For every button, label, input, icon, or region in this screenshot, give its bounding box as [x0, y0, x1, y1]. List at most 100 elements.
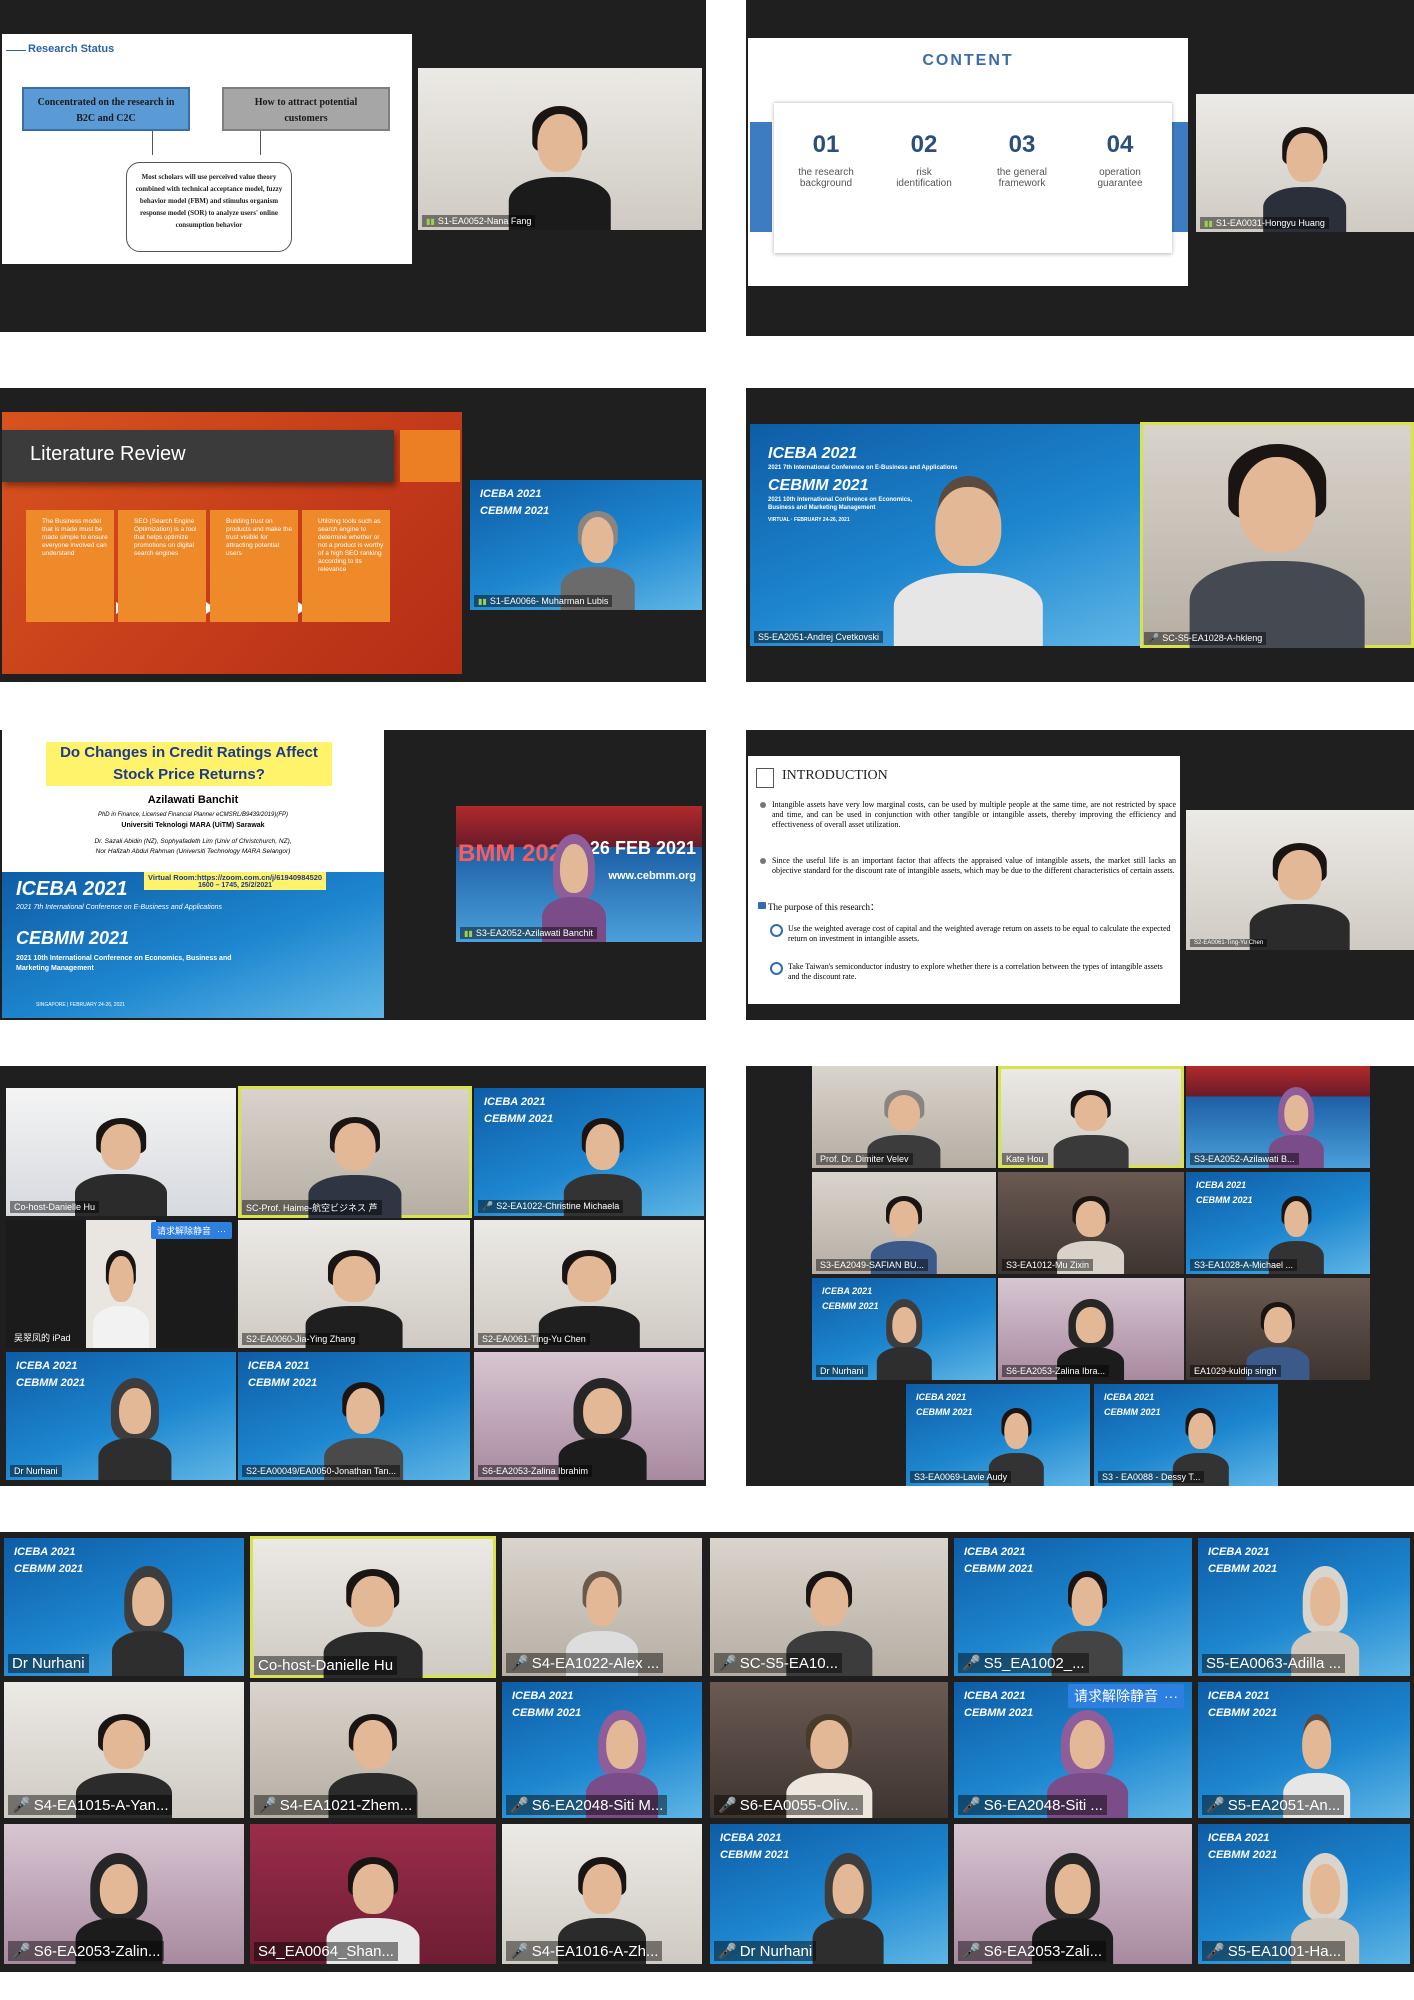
video-tile[interactable]: ICEBA 2021 CEBMM 2021 请求解除静音 ··· 🎤 S6-EA204…: [954, 1682, 1192, 1818]
slide-introduction: INTRODUCTION Intangible assets have very…: [748, 756, 1180, 1004]
video-tile[interactable]: 🎤 S6-EA2053-Zalin...: [4, 1824, 244, 1964]
video-tile[interactable]: ICEBA 2021 CEBMM 2021 🎤 S5-EA1001-Ha...: [1198, 1824, 1410, 1964]
box-text: Building trust on products and make the …: [226, 518, 293, 557]
bullet-text: Since the useful life is an important fa…: [772, 856, 1176, 875]
video-tile[interactable]: Prof. Dr. Dimiter Velev: [812, 1066, 996, 1168]
item-number: 02: [910, 131, 938, 158]
video-tile-active-speaker[interactable]: SC-Prof. Haime-航空ビジネス 芦: [238, 1086, 472, 1218]
participant-name: 🎤 Dr Nurhani: [714, 1941, 817, 1961]
participant-name: 🎤 S4-EA1015-A-Yan...: [8, 1795, 173, 1815]
video-tile[interactable]: S4_EA0064_Shan...: [250, 1824, 496, 1964]
video-tile[interactable]: EA1029-kuldip singh: [1186, 1278, 1370, 1380]
video-tile[interactable]: ICEBA 2021 CEBMM 2021 🎤 S5-EA2051-An...: [1198, 1682, 1410, 1818]
item-number: 01: [812, 131, 840, 158]
participant-name: Prof. Dr. Dimiter Velev: [816, 1153, 913, 1165]
purpose-label: The purpose of this research：: [768, 902, 879, 912]
video-tile[interactable]: ▮▮ S1-EA0031-Hongyu Huang: [1196, 94, 1414, 232]
video-tile[interactable]: ICEBA 2021 CEBMM 2021 🎤 Dr Nurhani: [710, 1824, 948, 1964]
review-box-3: Building trust on products and make the …: [210, 510, 307, 622]
slide-title: Do Changes in Credit Ratings Affect Stoc…: [60, 744, 318, 783]
unmute-request-banner[interactable]: 请求解除静音 ···: [1068, 1684, 1184, 1708]
video-tile-active-speaker[interactable]: 🎤 SC-S5-EA1028-A-hkleng: [1140, 422, 1414, 648]
brand-iceba: ICEBA 2021: [16, 878, 128, 900]
video-tile[interactable]: 🎤 S4-EA1021-Zhem...: [250, 1682, 496, 1818]
author-name: Azilawati Banchit: [147, 794, 239, 806]
slide-research-status: Research Status Concentrated on the rese…: [2, 34, 412, 264]
video-tile[interactable]: 🎤 S4-EA1016-A-Zh...: [502, 1824, 702, 1964]
item-label: risk identification: [896, 167, 952, 189]
video-tile[interactable]: S2-EA0061-Ting-Yu Chen: [1186, 810, 1414, 950]
video-tile[interactable]: S6-EA2053-Zalina Ibrahim: [474, 1352, 704, 1480]
video-tile[interactable]: ICEBA 2021 CEBMM 2021 S3 - EA0088 - Dessy…: [1094, 1384, 1278, 1486]
video-tile[interactable]: 🎤 S4-EA1022-Alex ...: [502, 1538, 702, 1676]
video-tile-active-speaker[interactable]: Co-host-Danielle Hu: [250, 1536, 496, 1678]
video-tile[interactable]: ICEBA 2021 CEBMM 2021 Dr Nurhani: [812, 1278, 996, 1380]
participant-name: Dr Nurhani: [8, 1654, 89, 1673]
video-tile[interactable]: ICEBA 2021 CEBMM 2021 🎤 S2-EA1022-Christin…: [474, 1088, 704, 1216]
video-tile[interactable]: ICEBA 2021 CEBMM 2021 S2-EA00049/EA0050-J…: [238, 1352, 470, 1480]
video-tile[interactable]: S2-EA0061-Ting-Yu Chen: [474, 1220, 704, 1348]
video-tile[interactable]: S3-EA2052-Azilawati B...: [1186, 1066, 1370, 1168]
screenshot-research-status: Research Status Concentrated on the rese…: [0, 0, 706, 332]
participant-video: [1053, 1088, 1129, 1168]
video-tile[interactable]: ICEBA 2021 CEBMM 2021 Dr Nurhani: [6, 1352, 236, 1480]
video-tile[interactable]: Co-host-Danielle Hu: [6, 1088, 236, 1216]
author-credentials: PhD in Finance, Licensed Financial Plann…: [97, 812, 289, 818]
bullet-dot: [760, 858, 766, 864]
video-tile[interactable]: ICEBA 2021 CEBMM 2021 S5-EA0063-Adilla ..…: [1198, 1538, 1410, 1676]
participant-video: [1263, 124, 1347, 232]
virtual-room-link[interactable]: Virtual Room:https://zoom.com.cn/j/61940…: [148, 873, 322, 882]
item-label: the research background: [798, 167, 854, 189]
video-tile[interactable]: ICEBA 2021 CEBMM 2021 ▮▮ S1-EA0066- Muharm…: [470, 480, 702, 610]
participant-name: 🎤 S6-EA2053-Zalin...: [8, 1941, 165, 1961]
screenshot-gallery-session4-5-6: ICEBA 2021 CEBMM 2021 Dr Nurhani Co-host-…: [0, 1532, 1414, 1972]
video-tile[interactable]: 🎤 S4-EA1015-A-Yan...: [4, 1682, 244, 1818]
slide-title-box: Do Changes in Credit Ratings Affect Stoc…: [46, 742, 332, 786]
purpose-item-1: Use the weighted average cost of capital…: [788, 924, 1171, 943]
participant-name: S3-EA0069-Lavie Audy: [910, 1471, 1012, 1483]
participant-video: [98, 1378, 172, 1480]
video-tile[interactable]: S3-EA1012-Mu Zixin: [998, 1172, 1184, 1274]
conference-logo: ICEBA 2021 CEBMM 2021: [1104, 1392, 1161, 1417]
participant-name: 🎤 S4-EA1016-A-Zh...: [506, 1941, 663, 1961]
video-tile-active-speaker[interactable]: Kate Hou: [998, 1066, 1184, 1168]
conference-logo: ICEBA 2021 CEBMM 2021: [16, 1360, 86, 1389]
video-tile[interactable]: 请求解除静音 ··· 吴翠凤的 iPad: [6, 1220, 236, 1348]
participant-video: [894, 473, 1043, 646]
video-tile[interactable]: ICEBA 2021 CEBMM 2021 S3-EA1028-A-Michael…: [1186, 1172, 1370, 1274]
participant-name: S5-EA0063-Adilla ...: [1202, 1654, 1346, 1673]
video-tile[interactable]: ▮▮ S1-EA0052-Nana Fang: [418, 68, 702, 230]
participant-name: S3-EA2052-Azilawati B...: [1190, 1153, 1299, 1165]
participant-video: [112, 1566, 184, 1676]
virtual-room-box: Virtual Room:https://zoom.com.cn/j/61940…: [144, 872, 327, 890]
participant-name: ▮▮ S1-EA0066- Muharman Lubis: [474, 595, 613, 607]
virtual-room-time: 1600 – 1745, 25/2/2021: [198, 882, 273, 889]
participant-name: 🎤 SC-S5-EA1028-A-hkleng: [1144, 632, 1267, 645]
banner-footer: SINGAPORE | FEBRUARY 24-26, 2021: [36, 1002, 125, 1008]
participant-video: [1249, 841, 1351, 950]
video-tile[interactable]: S6-EA2053-Zalina Ibra...: [998, 1278, 1184, 1380]
video-tile[interactable]: 🎤 S6-EA0055-Oliv...: [710, 1682, 948, 1818]
video-tile[interactable]: BMM 2021 24-26 FEB 2021 www.cebmm.org ▮▮…: [456, 806, 702, 942]
video-tile[interactable]: S3-EA2049-SAFIAN BU...: [812, 1172, 996, 1274]
unmute-request-banner[interactable]: 请求解除静音 ···: [150, 1222, 232, 1239]
video-tile[interactable]: 🎤 SC-S5-EA10...: [710, 1538, 948, 1676]
accent-block: [400, 430, 460, 482]
title-rule: [6, 50, 26, 51]
video-tile[interactable]: 🎤 S6-EA2053-Zali...: [954, 1824, 1192, 1964]
participant-name: S2-EA0060-Jia-Ying Zhang: [242, 1333, 360, 1345]
video-tile[interactable]: S2-EA0060-Jia-Ying Zhang: [238, 1220, 470, 1348]
participant-name: S2-EA0061-Ting-Yu Chen: [1190, 939, 1268, 947]
participant-name: S5-EA2051-Andrej Cvetkovski: [754, 631, 884, 643]
participant-name: 吴翠凤的 iPad: [14, 1333, 71, 1343]
participant-name: 🎤 S5_EA1002_...: [958, 1653, 1089, 1673]
video-tile[interactable]: ICEBA 2021 CEBMM 2021 🎤 S6-EA2048-Siti M..…: [502, 1682, 702, 1818]
participant-name: 🎤 S4-EA1022-Alex ...: [506, 1653, 664, 1673]
participant-name: S6-EA2053-Zalina Ibrahim: [478, 1465, 593, 1477]
video-tile[interactable]: ICEBA 2021 2021 7th International Confer…: [750, 424, 1140, 646]
video-tile[interactable]: ICEBA 2021 CEBMM 2021 🎤 S5_EA1002_...: [954, 1538, 1192, 1676]
video-tile[interactable]: ICEBA 2021 CEBMM 2021 S3-EA0069-Lavie Aud…: [906, 1384, 1090, 1486]
video-tile[interactable]: ICEBA 2021 CEBMM 2021 Dr Nurhani: [4, 1538, 244, 1676]
item-label: operation guarantee: [1097, 167, 1143, 189]
bullet-dot: [760, 802, 766, 808]
